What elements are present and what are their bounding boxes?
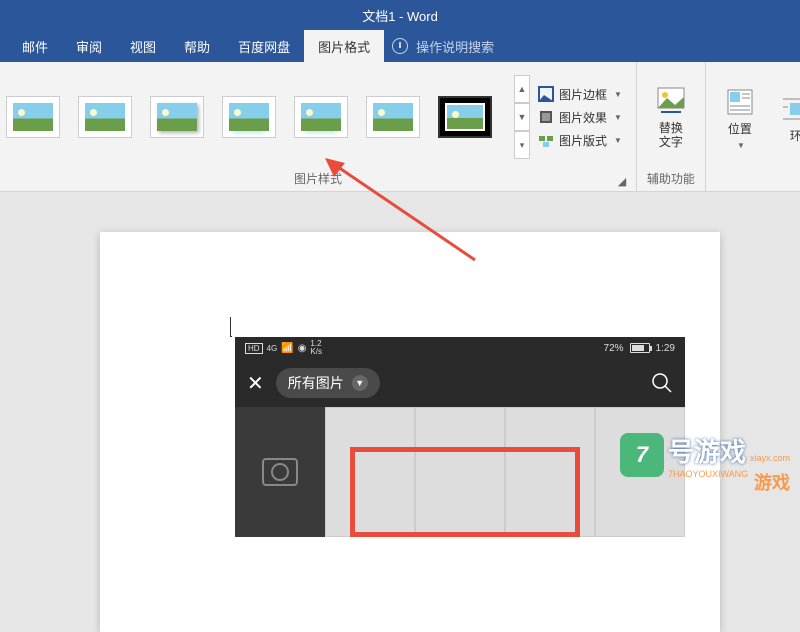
- camera-icon: [262, 458, 298, 486]
- group-label-styles: 图片样式 ◢: [6, 168, 630, 189]
- tab-review[interactable]: 审阅: [62, 30, 116, 62]
- alt-text-icon: [655, 85, 687, 117]
- gallery-down-button[interactable]: ▼: [514, 103, 530, 131]
- document-title: 文档1 - Word: [362, 6, 438, 25]
- position-button[interactable]: 位置▼: [712, 82, 768, 155]
- picture-effects-button[interactable]: 图片效果 ▼: [538, 109, 622, 126]
- picture-border-button[interactable]: 图片边框 ▼: [538, 86, 622, 103]
- layout-icon: [538, 132, 554, 148]
- gallery-more-button[interactable]: ▾: [514, 131, 530, 159]
- dropdown-icon: ▼: [614, 90, 622, 99]
- camera-tile: [235, 407, 325, 537]
- gallery-up-button[interactable]: ▲: [514, 75, 530, 103]
- dropdown-icon: ▼: [614, 113, 622, 122]
- close-icon: ✕: [247, 371, 264, 396]
- highlight-box: [350, 447, 580, 537]
- tab-picture-format[interactable]: 图片格式: [304, 30, 384, 62]
- ribbon: ▲ ▼ ▾ 图片边框 ▼ 图片效果 ▼ 图片版式: [0, 62, 800, 192]
- arrange-group: 位置▼ 环: [706, 62, 800, 191]
- gallery-scroll: ▲ ▼ ▾: [514, 75, 530, 159]
- phone-header: ✕ 所有图片 ▼: [235, 359, 685, 407]
- style-thumb-7[interactable]: [438, 96, 492, 138]
- picture-tools: 图片边框 ▼ 图片效果 ▼ 图片版式 ▼: [530, 82, 630, 153]
- style-thumb-1[interactable]: [6, 96, 60, 138]
- style-thumb-2[interactable]: [78, 96, 132, 138]
- phone-status-bar: HD 4G 📶 ◉ 1.2K/s 72% 1:29: [235, 337, 685, 359]
- text-cursor: [230, 317, 232, 337]
- signal-icon: 4G: [267, 344, 278, 353]
- tab-baidu-netdisk[interactable]: 百度网盘: [224, 30, 304, 62]
- style-thumb-6[interactable]: [366, 96, 420, 138]
- style-thumb-3[interactable]: [150, 96, 204, 138]
- gallery-thumb: [595, 407, 685, 537]
- hd-icon: HD: [245, 343, 263, 354]
- signal-bars-icon: 📶: [281, 343, 293, 354]
- inserted-image[interactable]: HD 4G 📶 ◉ 1.2K/s 72% 1:29 ✕ 所有图片 ▼: [235, 337, 685, 537]
- wifi-icon: ◉: [298, 343, 307, 354]
- accessibility-group: 替换 文字 辅助功能: [637, 62, 706, 191]
- title-bar: 文档1 - Word: [0, 0, 800, 30]
- picture-styles-gallery: ▲ ▼ ▾: [6, 75, 530, 159]
- clock: 1:29: [656, 343, 675, 354]
- tab-mail[interactable]: 邮件: [8, 30, 62, 62]
- wrap-icon: [780, 93, 800, 125]
- alt-text-button[interactable]: 替换 文字: [643, 81, 699, 154]
- dialog-launcher-icon[interactable]: ◢: [616, 175, 628, 187]
- ribbon-tabs: 邮件 审阅 视图 帮助 百度网盘 图片格式 操作说明搜索: [0, 30, 800, 62]
- dropdown-icon: ▼: [614, 136, 622, 145]
- tab-help[interactable]: 帮助: [170, 30, 224, 62]
- battery-percent: 72%: [604, 343, 624, 354]
- phone-gallery: [235, 407, 685, 537]
- tell-me-search[interactable]: 操作说明搜索: [392, 37, 494, 56]
- album-dropdown: 所有图片 ▼: [276, 368, 380, 398]
- wrap-text-button[interactable]: 环: [768, 89, 800, 147]
- document-canvas: HD 4G 📶 ◉ 1.2K/s 72% 1:29 ✕ 所有图片 ▼: [0, 192, 800, 500]
- picture-layout-button[interactable]: 图片版式 ▼: [538, 132, 622, 149]
- style-thumb-4[interactable]: [222, 96, 276, 138]
- tab-view[interactable]: 视图: [116, 30, 170, 62]
- chevron-down-icon: ▼: [352, 375, 368, 391]
- battery-icon: [630, 343, 650, 353]
- picture-styles-group: ▲ ▼ ▾ 图片边框 ▼ 图片效果 ▼ 图片版式: [0, 62, 637, 191]
- effects-icon: [538, 109, 554, 125]
- search-icon: [651, 372, 673, 394]
- style-thumb-5[interactable]: [294, 96, 348, 138]
- border-icon: [538, 86, 554, 102]
- tell-me-label: 操作说明搜索: [416, 37, 494, 56]
- position-icon: [724, 86, 756, 118]
- page[interactable]: HD 4G 📶 ◉ 1.2K/s 72% 1:29 ✕ 所有图片 ▼: [100, 232, 720, 632]
- group-label-accessibility: 辅助功能: [643, 168, 699, 189]
- lightbulb-icon: [392, 38, 408, 54]
